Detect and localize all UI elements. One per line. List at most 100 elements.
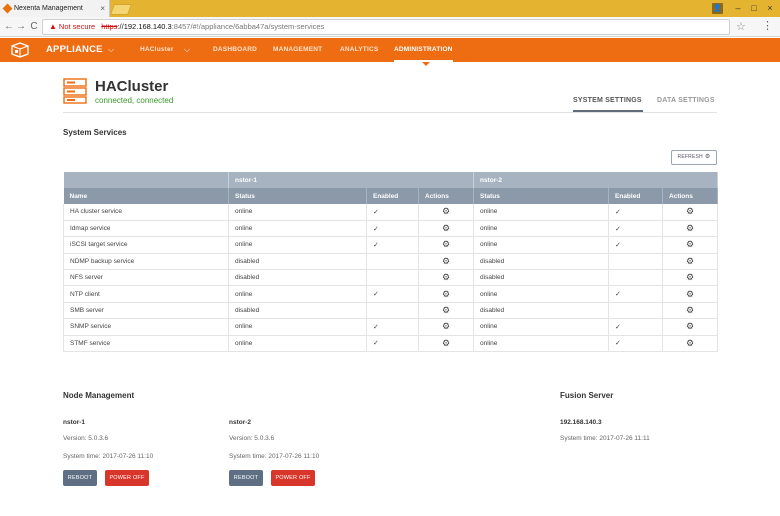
node1-enabled: ✓ (366, 285, 419, 303)
node2-header: nstor-2 (473, 172, 719, 188)
node2-actions-gear-icon[interactable]: ⚙ (662, 253, 719, 271)
forward-icon[interactable]: → (15, 20, 27, 34)
fusion-server-ip: 192.168.140.3 (560, 419, 602, 426)
node2-actions-gear-icon[interactable]: ⚙ (662, 204, 719, 221)
service-name: SMB server (63, 302, 229, 320)
node1-version: Version: 5.0.3.6 (63, 435, 109, 442)
url-input[interactable]: ▲ Not secure https://192.168.140.3:8457/#!… (42, 19, 730, 35)
checkmark-icon: ✓ (373, 291, 379, 299)
checkmark-icon: ✓ (615, 323, 621, 331)
node2-reboot-button[interactable]: REBOOT (229, 470, 263, 486)
table-row: HA cluster service online ✓ ⚙ online ✓ ⚙ (63, 204, 719, 221)
node2-enabled: ✓ (608, 220, 664, 238)
empty-header (63, 172, 229, 188)
node1-enabled: ✓ (366, 236, 419, 254)
browser-tab[interactable]: Nexenta Management × (0, 0, 110, 17)
node1-actions-gear-icon[interactable]: ⚙ (418, 204, 475, 221)
checkmark-icon: ✓ (615, 208, 621, 216)
settings-gear-icon[interactable]: ⚙ (752, 79, 765, 97)
node2-power-off-button[interactable]: POWER OFF (271, 470, 315, 486)
col-name[interactable]: Name (63, 188, 229, 204)
node2-status: online (473, 335, 610, 353)
node2-actions-gear-icon[interactable]: ⚙ (662, 335, 719, 353)
node1-system-time: System time: 2017-07-26 11:10 (63, 453, 154, 460)
maximize-icon[interactable]: □ (746, 0, 762, 17)
nav-dashboard[interactable]: DASHBOARD (213, 38, 257, 62)
refresh-gear-icon: ⚙ (704, 154, 711, 160)
app-header: APPLIANCE ⌵ HACluster ⌵ DASHBOARD MANAGE… (0, 38, 780, 96)
cluster-name: HACluster (95, 78, 169, 95)
table-row: iSCSI target service online ✓ ⚙ online ✓ ⚙ (63, 236, 719, 254)
checkmark-icon: ✓ (373, 241, 379, 249)
node1-actions-gear-icon[interactable]: ⚙ (418, 335, 475, 353)
warning-icon: ▲ (49, 22, 57, 31)
tab-system-settings[interactable]: SYSTEM SETTINGS (573, 97, 642, 104)
user-profile-icon[interactable]: 👤 (712, 3, 723, 14)
minimize-icon[interactable]: – (730, 0, 746, 17)
node2-actions-gear-icon[interactable]: ⚙ (662, 269, 719, 287)
col-actions-2: Actions (662, 188, 719, 204)
divider (63, 112, 717, 113)
node1-status: online (228, 335, 367, 353)
back-icon[interactable]: ← (3, 20, 15, 34)
node2-actions-gear-icon[interactable]: ⚙ (662, 302, 719, 320)
col-enabled-1[interactable]: Enabled (366, 188, 419, 204)
service-name: iSCSI target service (63, 236, 229, 254)
node1-actions-gear-icon[interactable]: ⚙ (418, 269, 475, 287)
service-name: NFS server (63, 269, 229, 287)
table-row: Idmap service online ✓ ⚙ online ✓ ⚙ (63, 220, 719, 238)
node2-actions-gear-icon[interactable]: ⚙ (662, 236, 719, 254)
bookmark-star-icon[interactable]: ☆ (736, 20, 746, 33)
node2-status: online (473, 204, 610, 221)
node2-system-time: System time: 2017-07-26 11:10 (229, 453, 320, 460)
reload-icon[interactable]: C (28, 20, 40, 34)
table-row: NFS server disabled ⚙ disabled ⚙ (63, 269, 719, 287)
appliance-logo-icon[interactable] (10, 42, 30, 58)
node1-actions-gear-icon[interactable]: ⚙ (418, 302, 475, 320)
node1-reboot-button[interactable]: REBOOT (63, 470, 97, 486)
nav-management[interactable]: MANAGEMENT (273, 38, 322, 62)
node1-actions-gear-icon[interactable]: ⚙ (418, 220, 475, 238)
chevron-down-icon[interactable]: ⌵ (184, 38, 190, 62)
table-row: STMF service online ✓ ⚙ online ✓ ⚙ (63, 335, 719, 353)
node1-status: online (228, 285, 367, 303)
node2-status: online (473, 220, 610, 238)
close-window-icon[interactable]: × (762, 0, 778, 17)
new-tab-button[interactable] (109, 4, 133, 15)
node1-actions-gear-icon[interactable]: ⚙ (418, 253, 475, 271)
node2-actions-gear-icon[interactable]: ⚙ (662, 318, 719, 336)
chevron-down-icon[interactable]: ⌵ (108, 38, 114, 62)
tab-data-settings[interactable]: DATA SETTINGS (657, 97, 715, 104)
node1-actions-gear-icon[interactable]: ⚙ (418, 318, 475, 336)
node2-actions-gear-icon[interactable]: ⚙ (662, 220, 719, 238)
tab-close-icon[interactable]: × (100, 0, 105, 17)
node1-actions-gear-icon[interactable]: ⚙ (418, 285, 475, 303)
node2-status: disabled (473, 253, 610, 271)
node1-actions-gear-icon[interactable]: ⚙ (418, 236, 475, 254)
node1-power-off-button[interactable]: POWER OFF (105, 470, 149, 486)
node2-version: Version: 5.0.3.6 (229, 435, 275, 442)
tab-title: Nexenta Management (14, 5, 83, 12)
node2-actions-gear-icon[interactable]: ⚙ (662, 285, 719, 303)
nav-administration[interactable]: ADMINISTRATION (394, 38, 453, 62)
col-status-1[interactable]: Status (228, 188, 367, 204)
app-name[interactable]: APPLIANCE (46, 38, 103, 62)
refresh-label: REFRESH (677, 154, 703, 160)
node1-status: online (228, 204, 367, 221)
node1-status: disabled (228, 302, 367, 320)
browser-menu-icon[interactable]: ⋮ (762, 19, 773, 32)
node2-status: disabled (473, 269, 610, 287)
not-secure-label: Not secure (58, 22, 96, 31)
checkmark-icon: ✓ (373, 208, 379, 216)
url-path: :8457/#!/appliance/6abba47a/system-servi… (171, 22, 325, 31)
node1-status: online (228, 220, 367, 238)
cluster-selector[interactable]: HACluster (140, 38, 174, 62)
active-nav-pointer (422, 62, 430, 66)
col-status-2[interactable]: Status (473, 188, 610, 204)
col-enabled-2[interactable]: Enabled (608, 188, 664, 204)
refresh-button[interactable]: REFRESH ⚙ (671, 150, 717, 165)
node2-status: online (473, 236, 610, 254)
table-row: NDMP backup service disabled ⚙ disabled ⚙ (63, 253, 719, 271)
nav-analytics[interactable]: ANALYTICS (340, 38, 378, 62)
checkmark-icon: ✓ (373, 323, 379, 331)
